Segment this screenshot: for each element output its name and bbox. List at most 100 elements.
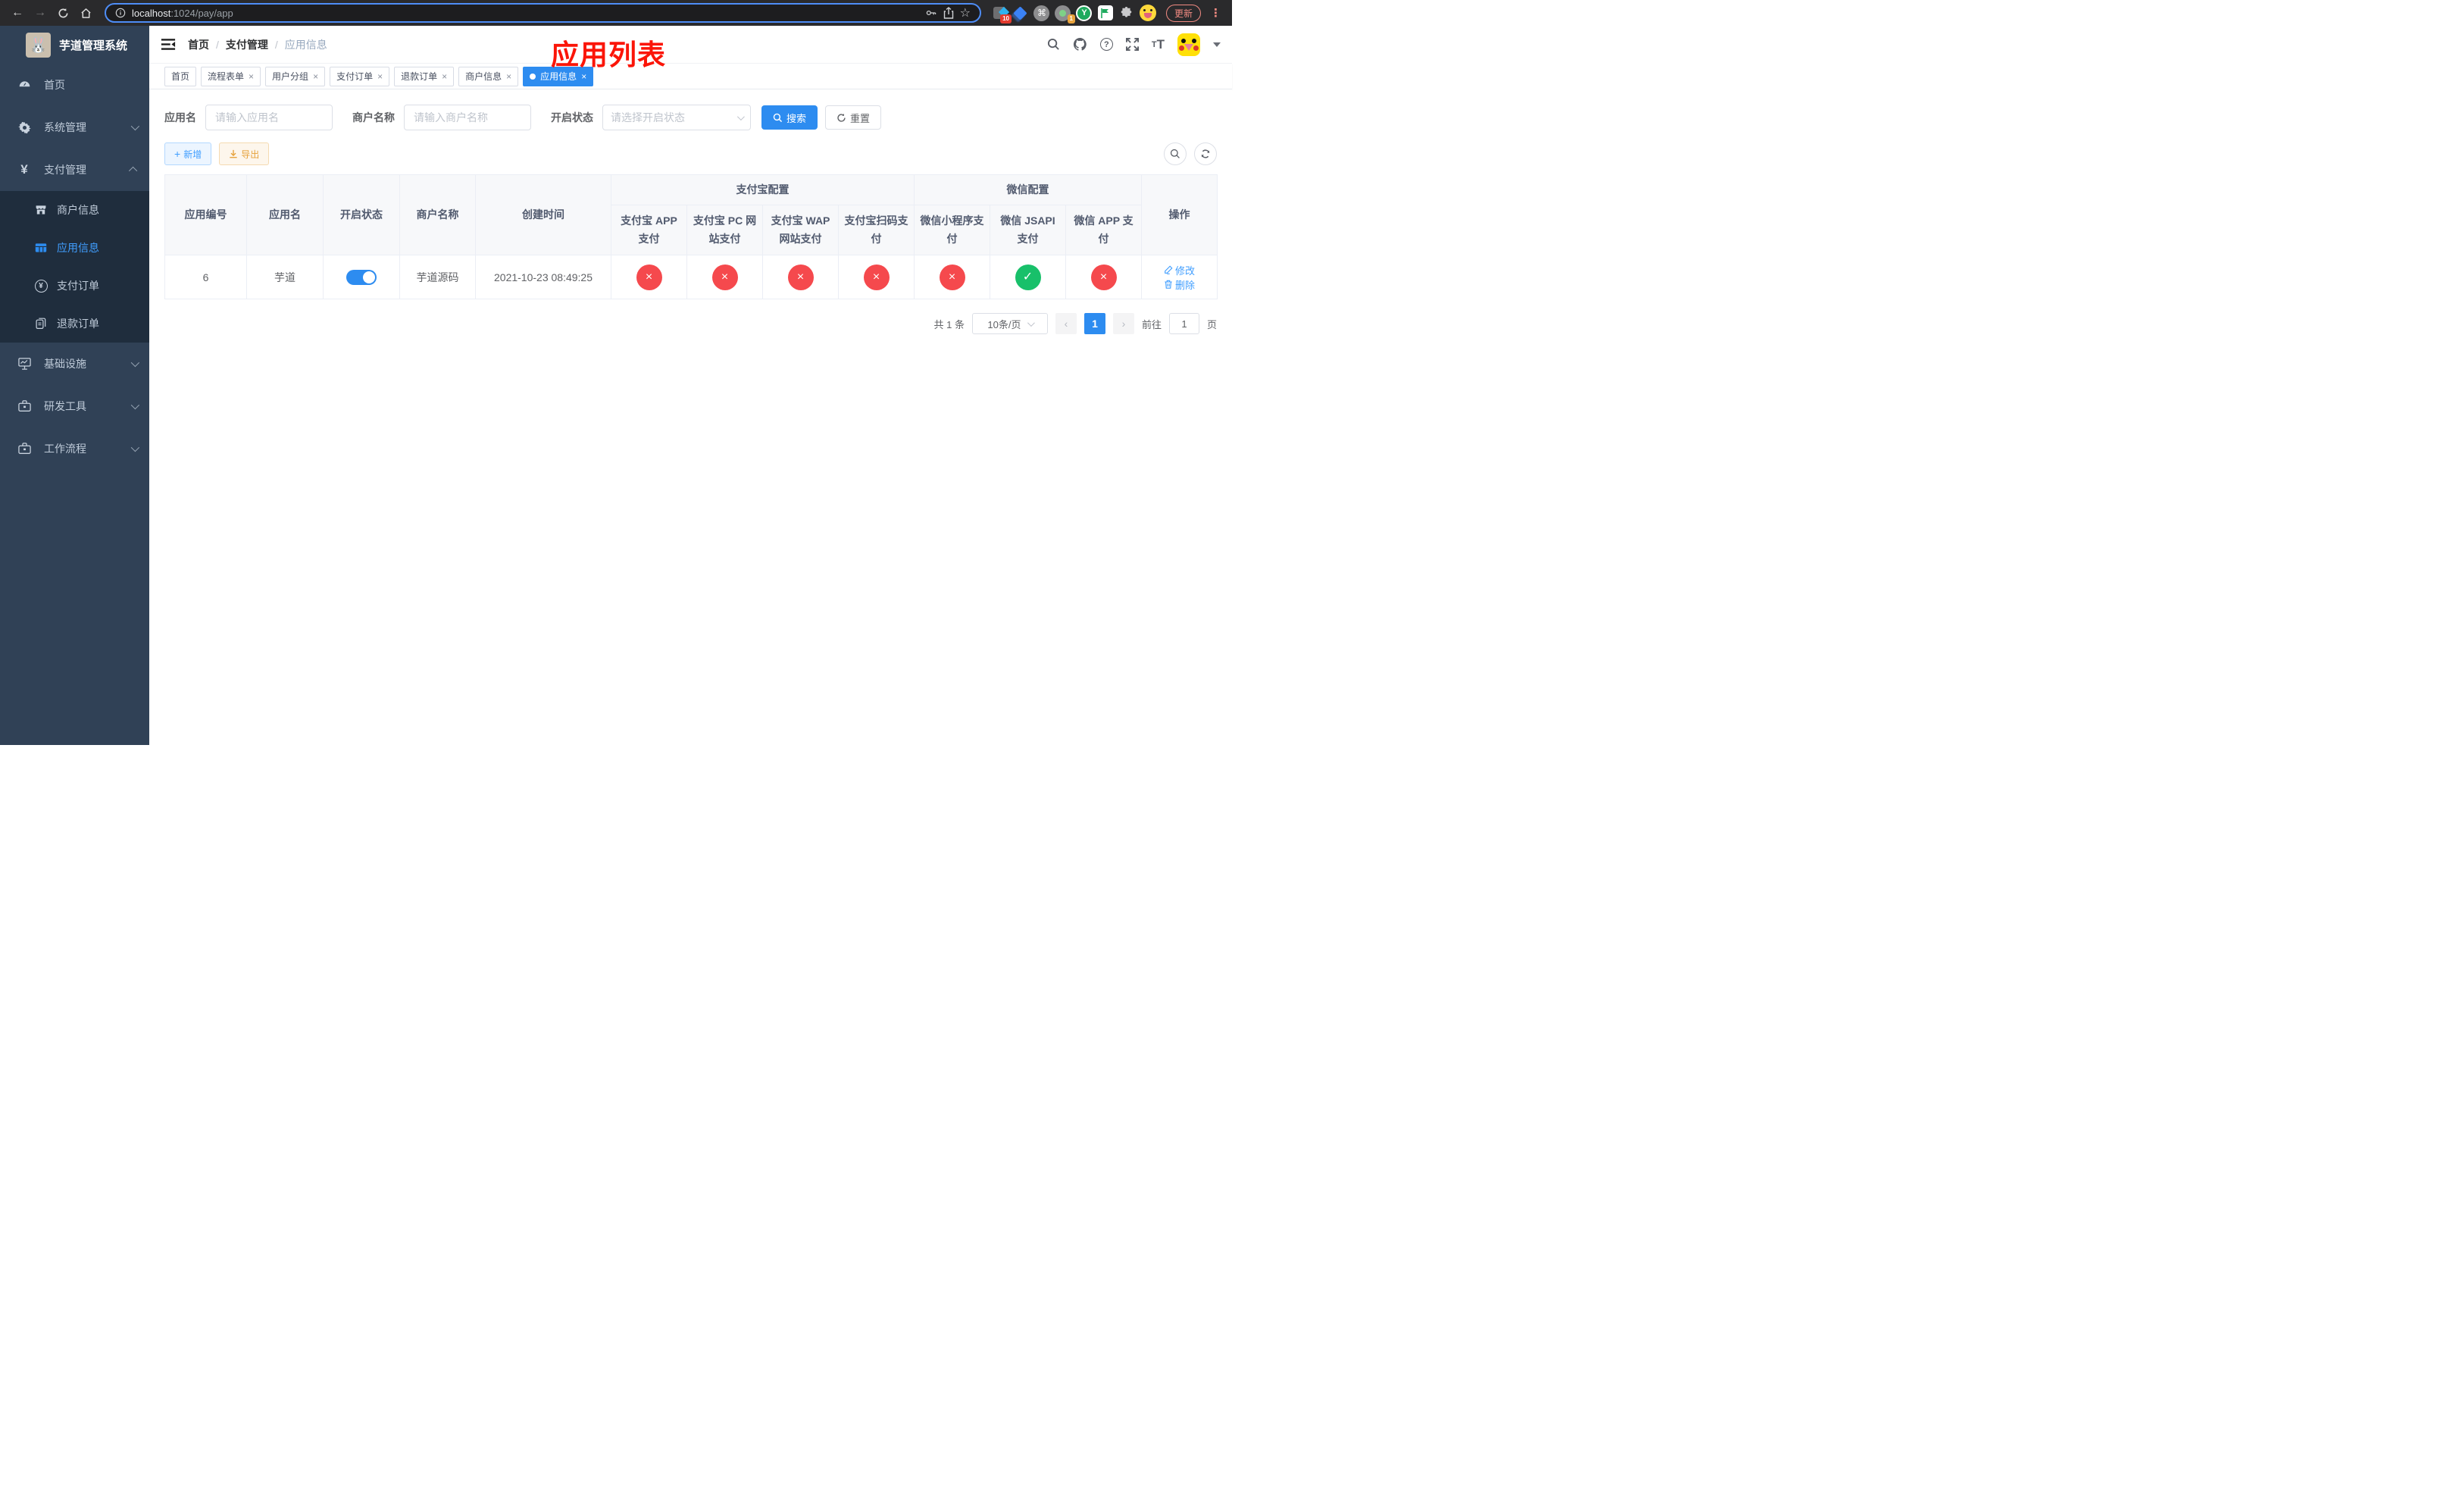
tab-user-group[interactable]: 用户分组 × — [265, 66, 326, 86]
tab-refund-order[interactable]: 退款订单 × — [394, 66, 455, 86]
pencil-icon — [1165, 265, 1173, 274]
fullscreen-icon[interactable] — [1125, 38, 1139, 51]
download-icon — [230, 149, 237, 158]
sidebar-item-workflow[interactable]: 工作流程 — [0, 427, 149, 470]
page-number-1[interactable]: 1 — [1083, 313, 1105, 334]
col-merchant: 商户名称 — [399, 174, 476, 255]
tab-process-form[interactable]: 流程表单 × — [201, 66, 261, 86]
sidebar-item-label: 退款订单 — [57, 318, 99, 330]
breadcrumb-home[interactable]: 首页 — [188, 37, 209, 52]
tab-pay-order[interactable]: 支付订单 × — [330, 66, 390, 86]
sidebar-item-app-info[interactable]: 应用信息 — [0, 229, 149, 267]
close-icon[interactable]: × — [506, 71, 511, 82]
browser-reload-button[interactable] — [53, 3, 73, 23]
github-icon[interactable] — [1073, 37, 1087, 52]
site-info-icon[interactable] — [115, 8, 126, 18]
tab-merchant-info[interactable]: 商户信息 × — [458, 66, 519, 86]
browser-forward-button[interactable]: → — [30, 3, 50, 23]
search-icon[interactable] — [1047, 38, 1060, 51]
close-icon[interactable]: × — [442, 71, 447, 82]
app-name-input[interactable] — [205, 105, 333, 130]
cell-status — [323, 255, 400, 299]
chevron-down-icon — [736, 112, 745, 121]
url-bar[interactable]: localhost:1024/pay/app ☆ — [105, 3, 981, 23]
edit-button[interactable]: 修改 — [1164, 263, 1195, 277]
chevron-down-icon — [130, 400, 140, 410]
export-button[interactable]: 导出 — [219, 142, 270, 165]
sidebar-item-dev-tools[interactable]: 研发工具 — [0, 385, 149, 427]
sidebar-item-system[interactable]: 系统管理 — [0, 106, 149, 149]
col-alipay-pc: 支付宝 PC 网站支付 — [686, 205, 763, 255]
refresh-table-button[interactable] — [1194, 142, 1217, 165]
add-button[interactable]: + 新增 — [164, 142, 212, 165]
sidebar-logo[interactable]: 🐰 芋道管理系统 — [0, 26, 149, 64]
page-unit-label: 页 — [1206, 318, 1217, 330]
status-badge: × — [636, 264, 662, 290]
grid-icon — [34, 242, 48, 254]
tab-home[interactable]: 首页 — [164, 66, 197, 86]
avatar[interactable] — [1177, 33, 1200, 56]
merchant-name-input[interactable] — [404, 105, 531, 130]
emoji-extension-icon[interactable] — [1139, 4, 1157, 22]
close-icon[interactable]: × — [377, 71, 383, 82]
payment-submenu: 商户信息 应用信息 ¥ 支付订单 退款订单 — [0, 191, 149, 343]
extensions-puzzle-icon[interactable] — [1118, 4, 1136, 22]
page-size-select[interactable]: 10条/页 — [971, 313, 1048, 334]
briefcase-icon — [17, 443, 32, 455]
sidebar-collapse-button[interactable] — [161, 38, 176, 51]
sidebar-item-infrastructure[interactable]: 基础设施 — [0, 343, 149, 385]
shop-icon — [34, 204, 48, 216]
next-page-button[interactable]: › — [1112, 313, 1134, 334]
sidebar-item-refund-order[interactable]: 退款订单 — [0, 305, 149, 343]
col-group-wechat: 微信配置 — [913, 174, 1143, 205]
prev-page-button[interactable]: ‹ — [1055, 313, 1077, 334]
sidebar-item-label: 首页 — [44, 79, 65, 91]
close-icon[interactable]: × — [313, 71, 318, 82]
breadcrumb-payment[interactable]: 支付管理 — [226, 37, 268, 52]
browser-back-button[interactable]: ← — [8, 3, 27, 23]
y-extension-icon[interactable]: Y — [1075, 4, 1093, 22]
page-annotation-title: 应用列表 — [551, 39, 666, 70]
user-dropdown-caret-icon[interactable] — [1213, 42, 1221, 47]
table-toolbar: + 新增 导出 — [164, 142, 1217, 165]
sidebar-item-payment[interactable]: ¥ 支付管理 — [0, 149, 149, 191]
utools-extension-icon[interactable]: 10 — [990, 4, 1012, 23]
browser-menu-button[interactable]: ⋮ — [1207, 6, 1224, 20]
gear-icon — [17, 121, 32, 134]
status-select[interactable]: 请选择开启状态 — [602, 105, 751, 130]
goto-label: 前往 — [1141, 318, 1162, 330]
browser-toolbar: ← → localhost:1024/pay/app ☆ 10 ⌘ 1 Y 更新… — [0, 0, 1232, 26]
help-icon[interactable]: ? — [1099, 38, 1113, 51]
command-extension-icon[interactable]: ⌘ — [1033, 4, 1051, 22]
chevron-down-icon — [130, 358, 140, 368]
delete-button[interactable]: 删除 — [1164, 277, 1195, 292]
sidebar-item-label: 基础设施 — [44, 358, 86, 370]
browser-home-button[interactable] — [76, 3, 95, 23]
gem-extension-icon[interactable] — [1012, 4, 1030, 22]
cell-wechat-jsapi: ✓ — [990, 255, 1066, 299]
url-text[interactable]: localhost:1024/pay/app — [132, 8, 919, 19]
bookmark-star-icon[interactable]: ☆ — [960, 5, 971, 20]
close-icon[interactable]: × — [249, 71, 254, 82]
search-icon — [1170, 149, 1180, 158]
sidebar-item-merchant-info[interactable]: 商户信息 — [0, 191, 149, 229]
col-app-name: 应用名 — [246, 174, 324, 255]
search-button[interactable]: 搜索 — [761, 105, 818, 130]
share-icon[interactable] — [943, 7, 954, 19]
cell-alipay-pc: × — [686, 255, 763, 299]
flag-extension-icon[interactable] — [1096, 4, 1115, 22]
app-main: 应用名 商户名称 开启状态 请选择开启状态 搜索 重置 — [149, 89, 1232, 745]
toggle-search-button[interactable] — [1164, 142, 1187, 165]
password-key-icon[interactable] — [925, 7, 937, 19]
browser-update-button[interactable]: 更新 — [1165, 4, 1201, 22]
reset-button[interactable]: 重置 — [825, 105, 882, 130]
sidebar-item-pay-order[interactable]: ¥ 支付订单 — [0, 267, 149, 305]
status-toggle[interactable] — [346, 269, 377, 285]
recorder-extension-icon[interactable]: 1 — [1054, 4, 1075, 23]
chevron-down-icon — [1027, 318, 1035, 327]
app-table: 应用编号 应用名 开启状态 商户名称 创建时间 支付宝配置 微信配置 操作 支付… — [164, 174, 1218, 299]
goto-page-input[interactable] — [1168, 313, 1199, 334]
font-size-icon[interactable]: TT — [1152, 37, 1165, 52]
sidebar-item-home[interactable]: 首页 — [0, 64, 149, 106]
monitor-icon — [17, 358, 32, 370]
